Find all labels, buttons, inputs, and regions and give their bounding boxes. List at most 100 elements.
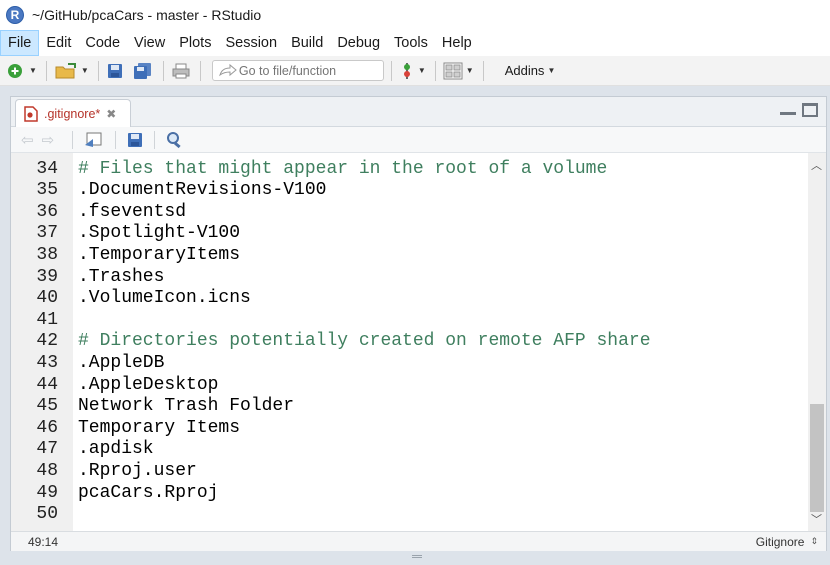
code-comment: # Files that might appear in the root of… bbox=[78, 158, 608, 179]
save-icon[interactable] bbox=[126, 131, 144, 149]
menu-edit[interactable]: Edit bbox=[39, 30, 78, 56]
line-number: 41 bbox=[36, 309, 58, 330]
maximize-pane-icon[interactable] bbox=[802, 103, 818, 117]
menu-tools[interactable]: Tools bbox=[387, 30, 435, 56]
code-line: 45 Network Trash Folder bbox=[11, 396, 808, 418]
line-number: 49 bbox=[36, 482, 58, 503]
line-number: 37 bbox=[36, 223, 58, 244]
grid-layout-icon bbox=[443, 62, 463, 79]
code-line: 44 .AppleDesktop bbox=[11, 375, 808, 397]
source-tab-strip: .gitignore* ✖ bbox=[11, 97, 826, 127]
scroll-up-icon[interactable]: ︿ bbox=[811, 157, 822, 173]
find-icon[interactable] bbox=[165, 131, 185, 149]
file-type-selector[interactable]: Gitignore ⇕ bbox=[756, 535, 818, 549]
go-to-file-box[interactable] bbox=[211, 60, 384, 81]
file-type-label: Gitignore bbox=[755, 534, 805, 549]
open-file-button[interactable]: ▼ bbox=[54, 60, 89, 82]
menu-session[interactable]: Session bbox=[218, 30, 284, 56]
line-number: 42 bbox=[36, 331, 58, 352]
addins-dropdown-icon: ▼ bbox=[547, 66, 556, 75]
open-folder-icon bbox=[55, 62, 76, 78]
menu-help[interactable]: Help bbox=[435, 30, 479, 56]
close-tab-icon[interactable]: ✖ bbox=[106, 107, 116, 121]
code-line: 37 .Spotlight-V100 bbox=[11, 223, 808, 245]
pane-resize-handle[interactable] bbox=[412, 555, 422, 558]
editor-toolbar-separator bbox=[72, 130, 74, 149]
line-number: 50 bbox=[36, 504, 58, 525]
save-button[interactable] bbox=[106, 60, 124, 82]
new-file-button[interactable]: ▼ bbox=[6, 60, 37, 82]
line-number: 38 bbox=[36, 245, 58, 265]
git-button[interactable]: ▼ bbox=[399, 60, 426, 82]
line-number: 44 bbox=[36, 374, 58, 395]
toolbar-separator bbox=[434, 60, 436, 81]
toolbar-separator bbox=[97, 60, 99, 81]
pane-layout-button[interactable]: ▼ bbox=[443, 60, 474, 82]
editor-toolbar: ⇦ ⇨ bbox=[11, 127, 826, 153]
addins-menu[interactable]: Addins ▼ bbox=[505, 63, 556, 78]
line-number: 45 bbox=[36, 396, 58, 417]
code-text: .VolumeIcon.icns bbox=[78, 288, 251, 309]
tab-label: .gitignore* bbox=[44, 106, 101, 121]
text-file-icon bbox=[24, 105, 38, 122]
pane-layout-dropdown-icon: ▼ bbox=[465, 66, 474, 75]
toolbar-separator bbox=[45, 60, 47, 81]
tab-gitignore[interactable]: .gitignore* ✖ bbox=[15, 99, 131, 127]
line-number: 35 bbox=[36, 180, 58, 201]
code-text: Temporary Items bbox=[78, 417, 241, 438]
code-line: 40 .VolumeIcon.icns bbox=[11, 288, 808, 310]
code-line: 42 # Directories potentially created on r… bbox=[11, 331, 808, 353]
show-in-window-icon[interactable] bbox=[83, 131, 105, 149]
code-text: .apdisk bbox=[78, 439, 154, 460]
code-text: .AppleDB bbox=[78, 353, 165, 373]
menu-plots[interactable]: Plots bbox=[172, 30, 218, 56]
code-text: .TemporaryItems bbox=[78, 245, 241, 265]
code-text: .Spotlight-V100 bbox=[78, 223, 241, 244]
menu-view[interactable]: View bbox=[127, 30, 172, 56]
menu-file[interactable]: File bbox=[0, 30, 40, 56]
scrollbar-thumb[interactable] bbox=[810, 404, 824, 512]
code-line: 41 bbox=[11, 310, 808, 332]
line-number: 48 bbox=[36, 461, 58, 481]
code-line: 49 pcaCars.Rproj bbox=[11, 483, 808, 505]
save-icon bbox=[107, 63, 122, 78]
code-text: .Trashes bbox=[78, 266, 165, 287]
line-number: 43 bbox=[36, 353, 58, 373]
code-text: .DocumentRevisions-V100 bbox=[78, 180, 327, 201]
file-type-dropdown-icon: ⇕ bbox=[810, 536, 818, 546]
source-pane: .gitignore* ✖ ⇦ ⇨ 3334# Files that might bbox=[10, 96, 827, 551]
minimize-pane-icon[interactable] bbox=[780, 103, 796, 115]
code-line: 46 Temporary Items bbox=[11, 418, 808, 440]
save-all-button[interactable] bbox=[132, 60, 154, 82]
line-number: 47 bbox=[36, 439, 58, 460]
code-text: .fseventsd bbox=[78, 201, 187, 222]
code-line: 39 .Trashes bbox=[11, 267, 808, 289]
code-text: .AppleDesktop bbox=[78, 374, 219, 395]
code-text: .Rproj.user bbox=[78, 461, 197, 481]
toolbar-separator bbox=[482, 60, 484, 81]
scroll-down-icon[interactable]: ﹀ bbox=[811, 511, 822, 527]
line-number: 39 bbox=[36, 266, 58, 287]
menu-debug[interactable]: Debug bbox=[330, 30, 387, 56]
main-toolbar: ▼ ▼ Go to file/function ▼ ▼ Addins ▼ bbox=[0, 56, 830, 86]
git-dropdown-icon: ▼ bbox=[417, 66, 426, 75]
git-icon bbox=[403, 62, 410, 79]
new-file-dropdown-icon: ▼ bbox=[29, 66, 37, 75]
code-editor[interactable]: 3334# Files that might appear in the roo… bbox=[11, 153, 808, 531]
menu-bar: File Edit Code View Plots Session Build … bbox=[0, 30, 830, 56]
save-all-icon bbox=[133, 62, 151, 79]
print-icon bbox=[172, 63, 190, 78]
line-number: 46 bbox=[36, 417, 58, 438]
pane-window-controls bbox=[780, 103, 818, 117]
back-arrow-icon[interactable]: ⇦ bbox=[21, 131, 34, 149]
vertical-scrollbar[interactable]: ︿ ﹀ bbox=[808, 153, 826, 531]
print-button[interactable] bbox=[171, 60, 191, 82]
menu-build[interactable]: Build bbox=[284, 30, 330, 56]
code-line: 35 .DocumentRevisions-V100 bbox=[11, 180, 808, 202]
menu-code[interactable]: Code bbox=[78, 30, 127, 56]
forward-arrow-icon[interactable]: ⇨ bbox=[42, 131, 55, 149]
editor-toolbar-separator bbox=[154, 130, 156, 149]
go-to-file-input[interactable] bbox=[238, 63, 379, 78]
go-to-arrow-icon bbox=[218, 63, 237, 76]
editor-status-bar: 49:14 Gitignore ⇕ bbox=[11, 531, 826, 551]
